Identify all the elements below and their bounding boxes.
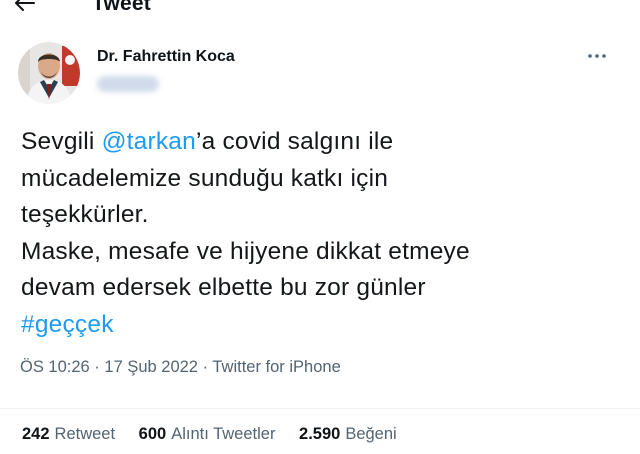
tweet-time[interactable]: ÖS 10:26 [20,358,90,376]
tweet-date[interactable]: 17 Şub 2022 [104,358,198,376]
quotes-label: Alıntı Tweetler [171,425,276,443]
tweet-detail-page: Tweet Dr. Fahrettin Koca Sevgili @tarkan… [0,0,640,454]
likes-label: Beğeni [345,425,397,443]
likes-count: 2.590 [299,425,341,443]
tweet-text-segment: Sevgili [21,128,102,155]
retweets-stat[interactable]: 242 Retweet [22,425,115,444]
tweet-line-2: mücadelemize sunduğu katkı için [21,164,389,192]
meta-separator: · [89,358,105,376]
hashtag-link[interactable]: #geççek [21,311,114,338]
tweet-stats: 242 Retweet 600 Alıntı Tweetler 2.590 Beğen… [22,425,416,444]
tweet-line-4: Maske, mesafe ve hijyene dikkat etmeye [21,237,470,265]
tweet-meta: ÖS 10:26 · 17 Şub 2022 · Twitter for iPh… [20,358,341,377]
tweet-line-5: devam edersek elbette bu zor günler [21,274,426,301]
more-options-button[interactable] [586,48,608,64]
page-title: Tweet [92,0,151,15]
more-horizontal-icon [588,54,606,58]
quotes-count: 600 [138,425,167,443]
tweet-source[interactable]: Twitter for iPhone [212,358,340,376]
likes-stat[interactable]: 2.590 Beğeni [299,425,397,444]
author-name[interactable]: Dr. Fahrettin Koca [97,48,235,66]
mention-link[interactable]: @tarkan [102,128,196,155]
tweet-line-1: Sevgili @tarkan’a covid salgını ile [21,124,621,161]
avatar[interactable] [18,42,80,104]
retweets-label: Retweet [54,425,116,443]
tweet-text-segment: ’a covid salgını ile [195,128,394,155]
meta-separator: · [197,358,213,376]
arrow-left-icon [15,0,35,11]
tweet-line-6: #geççek [21,307,621,344]
divider [0,408,640,409]
top-bar: Tweet [0,0,640,20]
tweet-text: Sevgili @tarkan’a covid salgını ile müca… [21,124,621,343]
retweets-count: 242 [22,425,50,443]
tweet-line-3: teşekkürler. [21,201,149,228]
author-handle-blurred [97,76,159,92]
quote-tweets-stat[interactable]: 600 Alıntı Tweetler [139,425,276,444]
back-button[interactable] [14,0,36,12]
